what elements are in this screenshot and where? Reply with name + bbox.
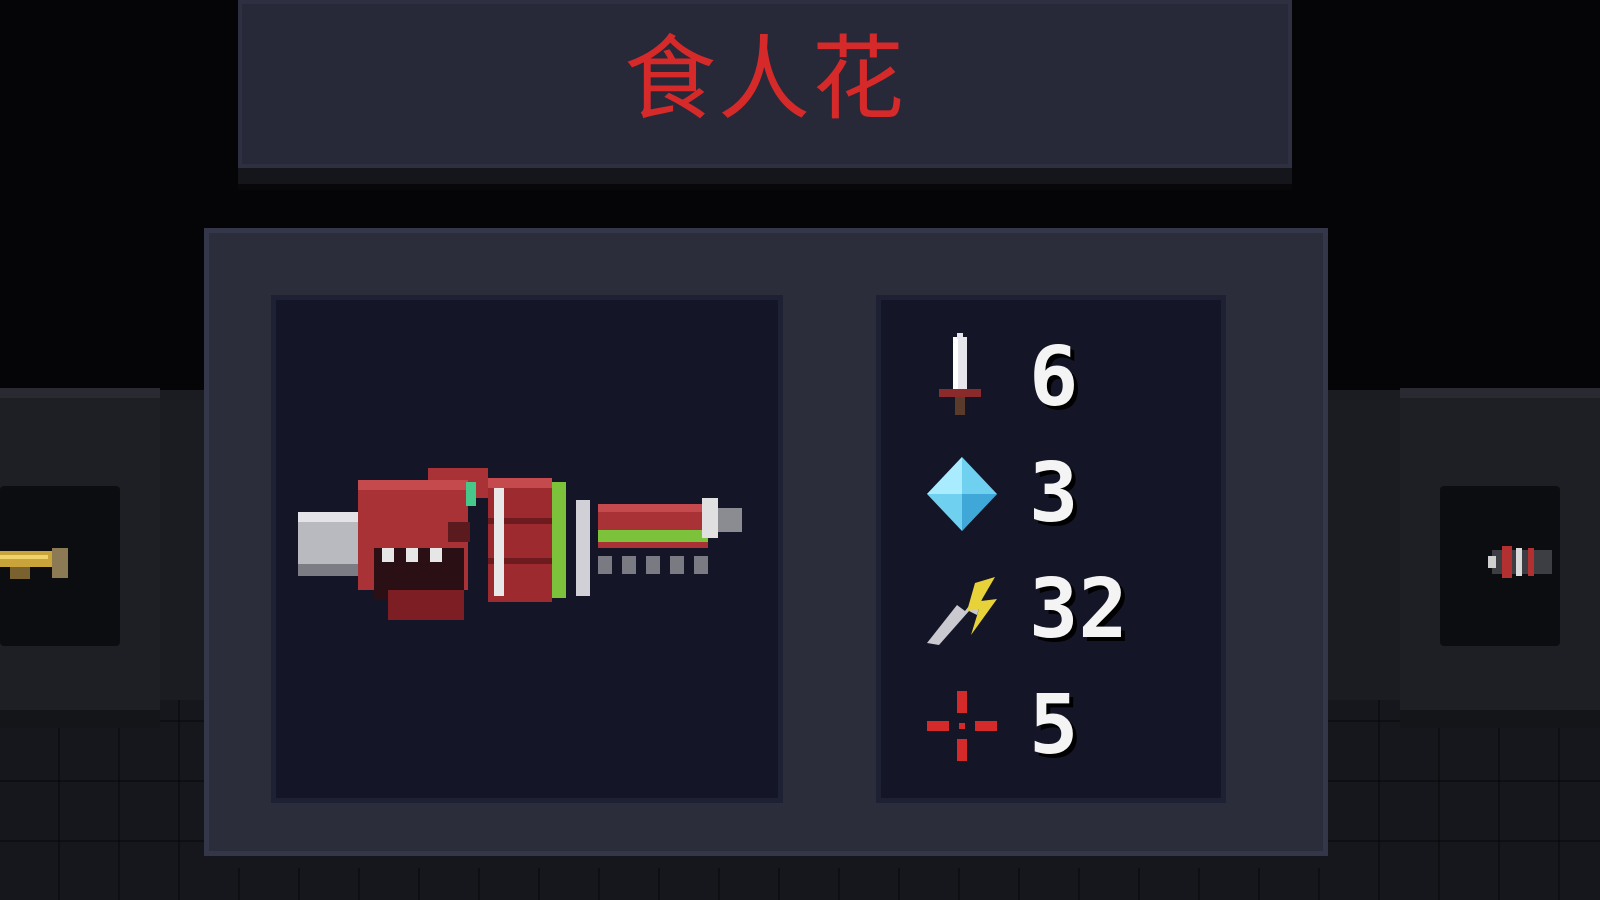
critical-value: 32: [1029, 562, 1128, 657]
weapon-name-banner: 食人花: [238, 0, 1292, 168]
weapon-pedestal-left[interactable]: [0, 388, 160, 728]
stat-critical: 32: [917, 560, 1217, 660]
sword-icon: [939, 333, 981, 415]
damage-value: 6: [1029, 330, 1079, 425]
stat-accuracy: 5: [917, 676, 1217, 776]
accuracy-value: 5: [1029, 678, 1079, 773]
red-gun-icon: [1488, 546, 1552, 578]
energy-value: 3: [1029, 446, 1079, 541]
weapon-info-panel: 6 3 32 5: [204, 228, 1328, 856]
stat-damage: 6: [917, 328, 1217, 428]
weapon-pedestal-right[interactable]: [1400, 388, 1600, 728]
pedestal-slot: [0, 486, 120, 646]
stat-energy: 3: [917, 444, 1217, 544]
lightning-icon: [927, 577, 997, 645]
pedestal-slot: [1440, 486, 1560, 646]
weapon-preview-frame: [271, 295, 783, 803]
energy-crystal-icon: [927, 457, 997, 531]
weapon-stats-frame: 6 3 32 5: [876, 295, 1226, 803]
weapon-name: 食人花: [623, 26, 906, 133]
crosshair-icon: [927, 691, 997, 761]
piranha-plant-gun-icon: [298, 468, 742, 620]
golden-gun-icon: [0, 548, 68, 579]
